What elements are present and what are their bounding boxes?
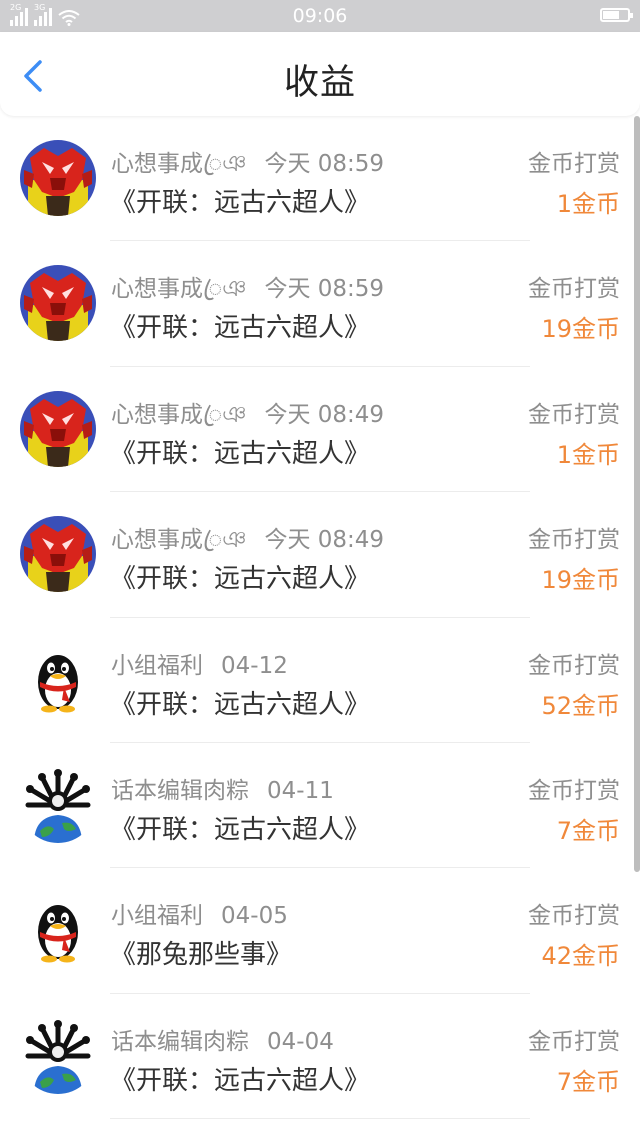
sender-name: 小组福利 04-12: [111, 646, 288, 680]
avatar[interactable]: [20, 516, 96, 593]
earnings-list: 心想事成ꦿঞ 今天 08:59 《开联：远古六超人》 金币打赏 1金币 心想事成ꦿ…: [0, 116, 640, 1120]
sender-name: 话本编辑肉粽 04-11: [111, 771, 334, 805]
sender-label: 心想事成ꦿঞ: [111, 401, 247, 428]
avatar[interactable]: [20, 390, 96, 467]
book-title: 《开联：远古六超人》: [110, 438, 371, 469]
avatar[interactable]: [20, 140, 96, 216]
book-title: 《开联：远古六超人》: [110, 689, 371, 720]
battery-icon: [600, 8, 633, 22]
reward-amount: 52金币: [541, 691, 620, 720]
timestamp: 04-12: [221, 652, 288, 679]
status-bar: 2G 3G 09:06: [0, 0, 640, 32]
avatar[interactable]: [20, 265, 96, 342]
list-item[interactable]: 话本编辑肉粽 04-11 《开联：远古六超人》 金币打赏 7金币: [0, 743, 640, 869]
reward-amount: 7金币: [556, 816, 620, 845]
timestamp: 今天 08:59: [264, 276, 385, 303]
sender-label: 心想事成ꦿঞ: [111, 276, 247, 303]
nav-bar: 收益: [0, 32, 640, 116]
penguin-avatar-icon: [20, 892, 96, 969]
book-title: 《开联：远古六超人》: [110, 1065, 371, 1096]
avatar[interactable]: [20, 892, 96, 969]
penguin-avatar-icon: [20, 641, 96, 718]
red-mecha-avatar-icon: [20, 140, 96, 216]
earth-avatar-icon: [20, 766, 96, 843]
sender-label: 心想事成ꦿঞ: [111, 151, 247, 177]
reward-type: 金币打赏: [528, 652, 620, 679]
reward-amount: 1金币: [556, 190, 620, 218]
reward-type: 金币打赏: [528, 151, 620, 177]
timestamp: 今天 08:49: [264, 401, 385, 428]
timestamp: 04-11: [267, 777, 334, 804]
list-item[interactable]: 心想事成ꦿঞ 今天 08:49 《开联：远古六超人》 金币打赏 19金币: [0, 492, 640, 618]
earth-avatar-icon: [20, 1017, 96, 1094]
book-title: 《开联：远古六超人》: [110, 313, 371, 344]
reward-amount: 19金币: [541, 315, 620, 344]
red-mecha-avatar-icon: [20, 265, 96, 342]
avatar[interactable]: [20, 641, 96, 718]
reward-type: 金币打赏: [528, 527, 620, 554]
reward-type: 金币打赏: [528, 276, 620, 303]
scrollbar[interactable]: [634, 116, 640, 872]
book-title: 《开联：远古六超人》: [110, 814, 371, 845]
page-title: 收益: [283, 63, 356, 103]
list-item[interactable]: 心想事成ꦿঞ 今天 08:59 《开联：远古六超人》 金币打赏 1金币: [0, 116, 640, 242]
list-item[interactable]: 小组福利 04-12 《开联：远古六超人》 金币打赏 52金币: [0, 618, 640, 744]
reward-amount: 42金币: [541, 942, 620, 971]
list-item[interactable]: 心想事成ꦿঞ 今天 08:59 《开联：远古六超人》 金币打赏 19金币: [0, 241, 640, 368]
timestamp: 04-05: [221, 903, 288, 930]
list-item[interactable]: 心想事成ꦿঞ 今天 08:49 《开联：远古六超人》 金币打赏 1金币: [0, 367, 640, 493]
sender-label: 小组福利: [111, 652, 203, 679]
reward-amount: 7金币: [556, 1067, 620, 1096]
reward-type: 金币打赏: [528, 401, 620, 428]
avatar[interactable]: [20, 1017, 96, 1094]
list-item[interactable]: 话本编辑肉粽 04-04 《开联：远古六超人》 金币打赏 7金币: [0, 994, 640, 1120]
timestamp: 今天 08:49: [264, 527, 385, 554]
sender-name: 小组福利 04-05: [111, 896, 288, 930]
book-title: 《开联：远古六超人》: [110, 188, 371, 218]
reward-type: 金币打赏: [528, 1028, 620, 1055]
reward-amount: 19金币: [541, 566, 620, 595]
status-time: 09:06: [292, 5, 348, 27]
red-mecha-avatar-icon: [20, 390, 96, 467]
book-title: 《那兔那些事》: [110, 940, 293, 971]
reward-type: 金币打赏: [528, 777, 620, 804]
sender-label: 话本编辑肉粽: [111, 777, 249, 804]
reward-type: 金币打赏: [528, 903, 620, 930]
list-item[interactable]: 小组福利 04-05 《那兔那些事》 金币打赏 42金币: [0, 868, 640, 995]
timestamp: 今天 08:59: [264, 151, 385, 177]
sender-label: 心想事成ꦿঞ: [111, 527, 247, 554]
red-mecha-avatar-icon: [20, 516, 96, 593]
book-title: 《开联：远古六超人》: [110, 564, 371, 595]
sender-label: 小组福利: [111, 903, 203, 930]
sender-label: 话本编辑肉粽: [111, 1028, 249, 1055]
reward-amount: 1金币: [556, 440, 620, 469]
sender-name: 话本编辑肉粽 04-04: [111, 1022, 334, 1056]
timestamp: 04-04: [267, 1028, 334, 1055]
avatar[interactable]: [20, 766, 96, 843]
